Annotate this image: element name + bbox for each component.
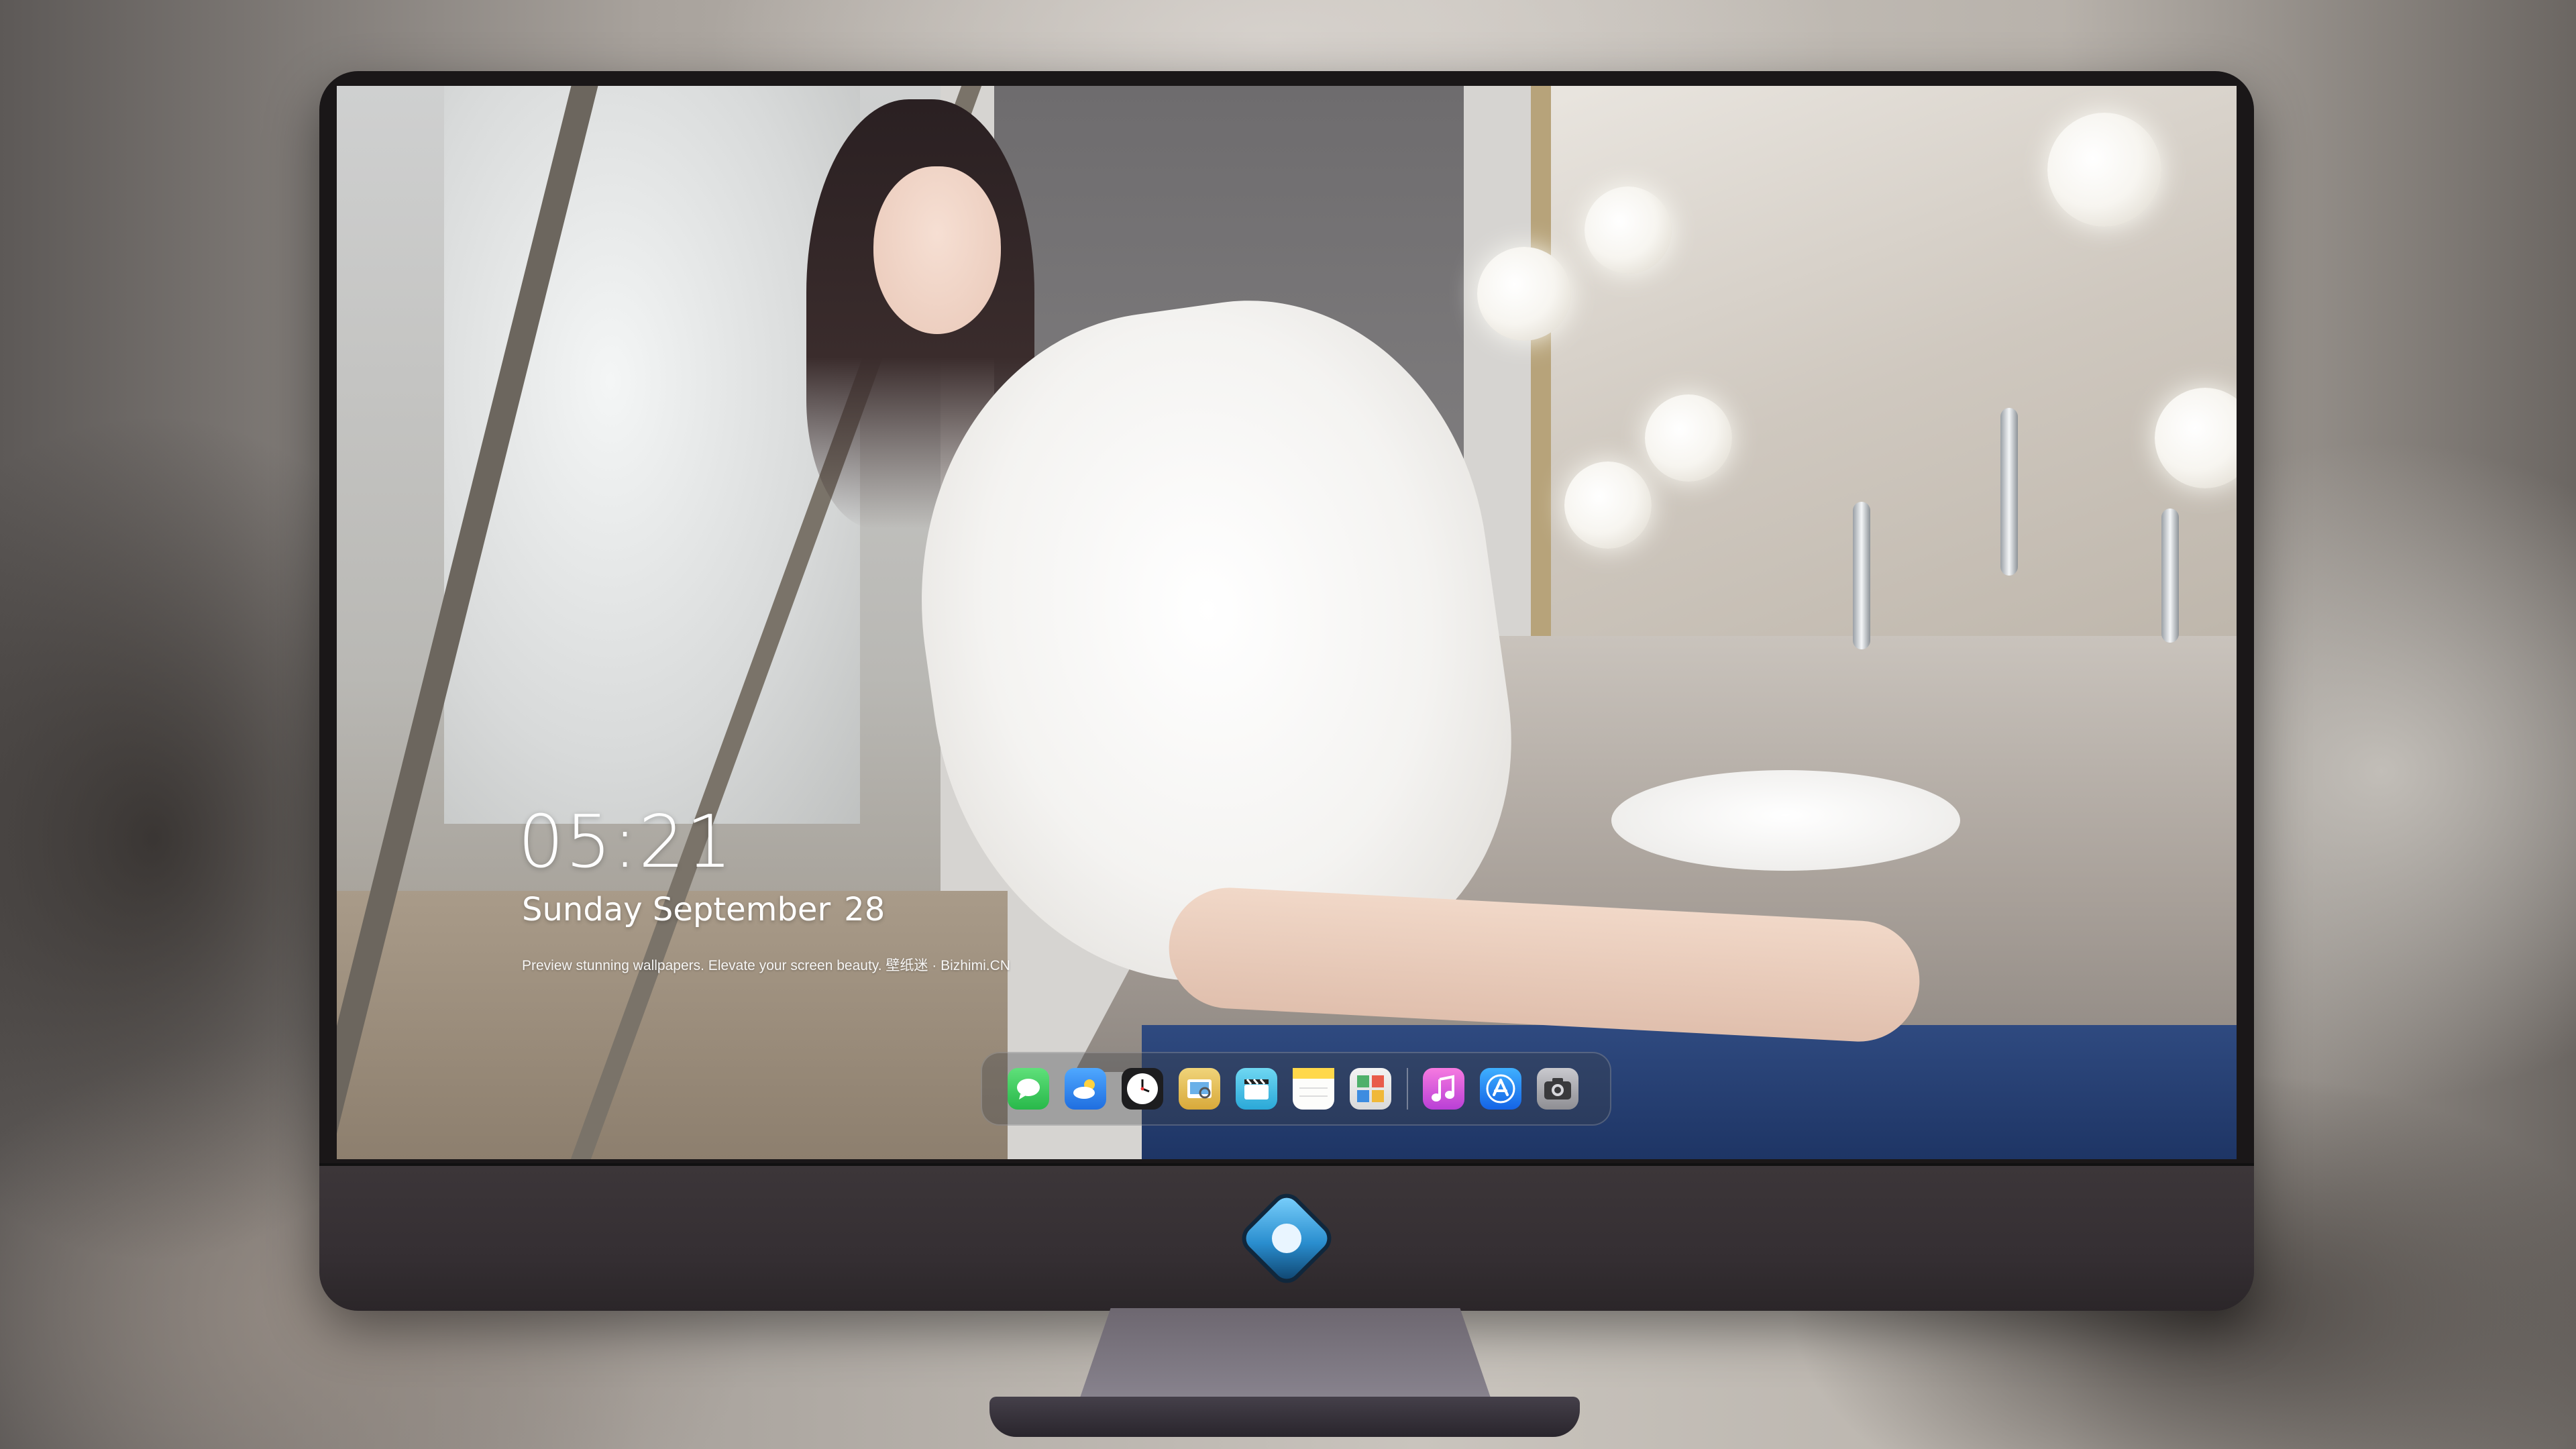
- wallpaper-tagline: Preview stunning wallpapers. Elevate you…: [522, 958, 1010, 973]
- dock: [981, 1052, 1611, 1126]
- monitor-stand: [1077, 1308, 1493, 1405]
- desktop-scene: 05:21 Sunday September 28 Preview stunnin…: [0, 0, 2576, 1449]
- music-icon[interactable]: [1423, 1068, 1464, 1110]
- monitor-chin: [319, 1163, 2254, 1311]
- lock-date: Sunday September 28: [522, 891, 885, 928]
- lock-clock: 05:21: [518, 800, 734, 884]
- lock-date-day: 28: [844, 891, 885, 928]
- lock-date-weekday-month: Sunday September: [522, 891, 831, 928]
- clips-icon[interactable]: [1236, 1068, 1277, 1110]
- preview-icon[interactable]: [1179, 1068, 1220, 1110]
- screen: 05:21 Sunday September 28 Preview stunnin…: [337, 86, 2237, 1159]
- weather-icon[interactable]: [1065, 1068, 1106, 1110]
- clock-icon[interactable]: [1122, 1068, 1163, 1110]
- dock-separator: [1407, 1068, 1408, 1110]
- monitor: 05:21 Sunday September 28 Preview stunnin…: [319, 71, 2254, 1311]
- monitor-stand-base: [989, 1397, 1580, 1437]
- dragon-badge-icon: [1241, 1193, 1332, 1284]
- notes-icon[interactable]: [1293, 1068, 1334, 1110]
- photo-booth-icon[interactable]: [1350, 1068, 1391, 1110]
- camera-icon[interactable]: [1537, 1068, 1578, 1110]
- messages-icon[interactable]: [1008, 1068, 1049, 1110]
- app-store-icon[interactable]: [1480, 1068, 1521, 1110]
